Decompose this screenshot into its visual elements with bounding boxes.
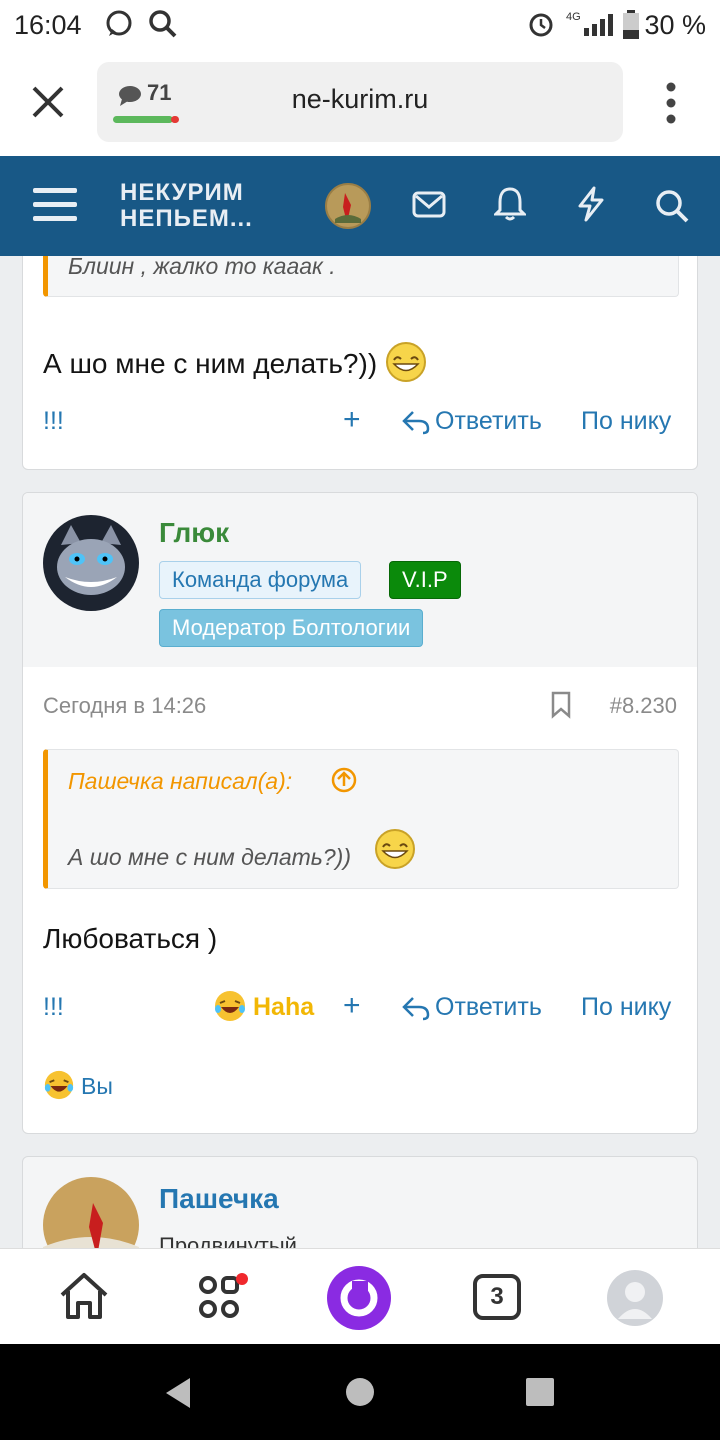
message-text: А шо мне с ним делать?)): [43, 347, 378, 379]
services-grid-icon[interactable]: [198, 1273, 248, 1326]
profile-icon[interactable]: [606, 1269, 664, 1332]
logo-line-1: НЕКУРИМ: [120, 179, 244, 206]
user-avatar-cheshire[interactable]: [43, 515, 139, 616]
hamburger-menu-icon[interactable]: [33, 186, 77, 229]
by-nick-button[interactable]: По нику: [581, 407, 671, 436]
mail-icon[interactable]: [412, 190, 446, 225]
goto-quote-icon[interactable]: [330, 766, 358, 799]
username[interactable]: Глюк: [159, 517, 229, 549]
system-nav-bar: [0, 1344, 720, 1440]
post-number[interactable]: #8.230: [610, 693, 677, 719]
browser-bottom-nav: 3: [0, 1248, 720, 1344]
post-time[interactable]: Сегодня в 14:26: [43, 693, 206, 719]
url-text[interactable]: ne-kurim.ru: [97, 84, 623, 115]
react-button[interactable]: !!!: [43, 407, 64, 436]
post-card: Глюк Команда форума V.I.P Модератор Болт…: [22, 492, 698, 1134]
signal-icon: [582, 14, 614, 41]
grin-emoji-icon: [385, 341, 427, 390]
close-icon[interactable]: [30, 84, 66, 125]
post-actions: !!! Haha + Ответить По нику: [43, 987, 679, 1027]
browser-toolbar: 71 ne-kurim.ru: [0, 52, 720, 156]
react-button[interactable]: !!!: [43, 993, 64, 1022]
reply-icon[interactable]: [401, 995, 431, 1028]
badge-team: Команда форума: [159, 561, 362, 599]
reactors-list[interactable]: Вы: [81, 1073, 113, 1100]
home-circle-icon[interactable]: [345, 1377, 375, 1412]
page-progress: [113, 116, 179, 123]
post-actions: !!! + Ответить По нику: [43, 401, 679, 441]
home-icon[interactable]: [58, 1271, 110, 1326]
post-message: А шо мне с ним делать?)): [43, 341, 427, 390]
reply-button[interactable]: Ответить: [435, 407, 542, 436]
post-message: Любоваться ): [43, 923, 218, 954]
site-header: НЕКУРИМ НЕПЬЕМ...: [0, 156, 720, 256]
post-card: Блиин , жалко то кааак . А шо мне с ним …: [22, 256, 698, 470]
by-nick-button[interactable]: По нику: [581, 993, 671, 1022]
quote-block: Пашечка написал(а): А шо мне с ним делат…: [43, 749, 679, 889]
laugh-emoji-icon: [43, 1069, 75, 1106]
site-search-icon[interactable]: [654, 188, 690, 229]
reply-button[interactable]: Ответить: [435, 993, 542, 1022]
address-bar[interactable]: 71 ne-kurim.ru: [97, 62, 623, 142]
status-bar: 16:04 4G 30 %: [0, 0, 720, 52]
battery-percent: 30 %: [644, 10, 706, 40]
badge-moderator: Модератор Болтологии: [159, 609, 424, 647]
user-rank: Продвинутый: [159, 1233, 297, 1248]
search-icon: [148, 9, 178, 44]
status-time: 16:04: [14, 10, 82, 40]
multiquote-button[interactable]: +: [343, 403, 361, 437]
tabs-count[interactable]: 3: [472, 1283, 522, 1311]
logo-line-2: НЕПЬЕМ...: [120, 205, 253, 232]
quote-author[interactable]: Пашечка написал(а):: [68, 768, 292, 795]
bell-icon[interactable]: [492, 186, 528, 227]
whatsapp-icon: [104, 9, 134, 44]
site-logo[interactable]: НЕКУРИМ НЕПЬЕМ...: [120, 180, 253, 232]
alarm-icon: [527, 10, 555, 43]
badge-vip: V.I.P: [389, 561, 461, 599]
bookmark-icon[interactable]: [550, 691, 572, 724]
quote-text: Блиин , жалко то кааак .: [68, 256, 336, 279]
laugh-emoji-icon[interactable]: [213, 989, 247, 1030]
post-user-header: Глюк Команда форума V.I.P Модератор Болт…: [23, 493, 697, 667]
lightning-icon[interactable]: [576, 186, 606, 227]
quote-text: А шо мне с ним делать?)): [68, 844, 351, 870]
reply-icon[interactable]: [401, 409, 431, 442]
user-avatar[interactable]: [325, 183, 371, 234]
thread-content: Блиин , жалко то кааак . А шо мне с ним …: [0, 256, 720, 1248]
back-icon[interactable]: [162, 1376, 194, 1415]
post-card: Пашечка Продвинутый: [22, 1156, 698, 1248]
grin-emoji-icon: [374, 828, 416, 875]
quote-block: Блиин , жалко то кааак .: [43, 256, 679, 297]
alice-assistant-button[interactable]: [326, 1265, 392, 1336]
network-type: 4G: [566, 11, 581, 23]
recents-icon[interactable]: [525, 1377, 555, 1412]
username[interactable]: Пашечка: [159, 1183, 279, 1215]
reaction-label[interactable]: Haha: [253, 993, 314, 1022]
multiquote-button[interactable]: +: [343, 989, 361, 1023]
user-avatar[interactable]: [43, 1177, 139, 1248]
battery-icon: [622, 10, 640, 45]
more-menu-icon[interactable]: [663, 82, 679, 129]
